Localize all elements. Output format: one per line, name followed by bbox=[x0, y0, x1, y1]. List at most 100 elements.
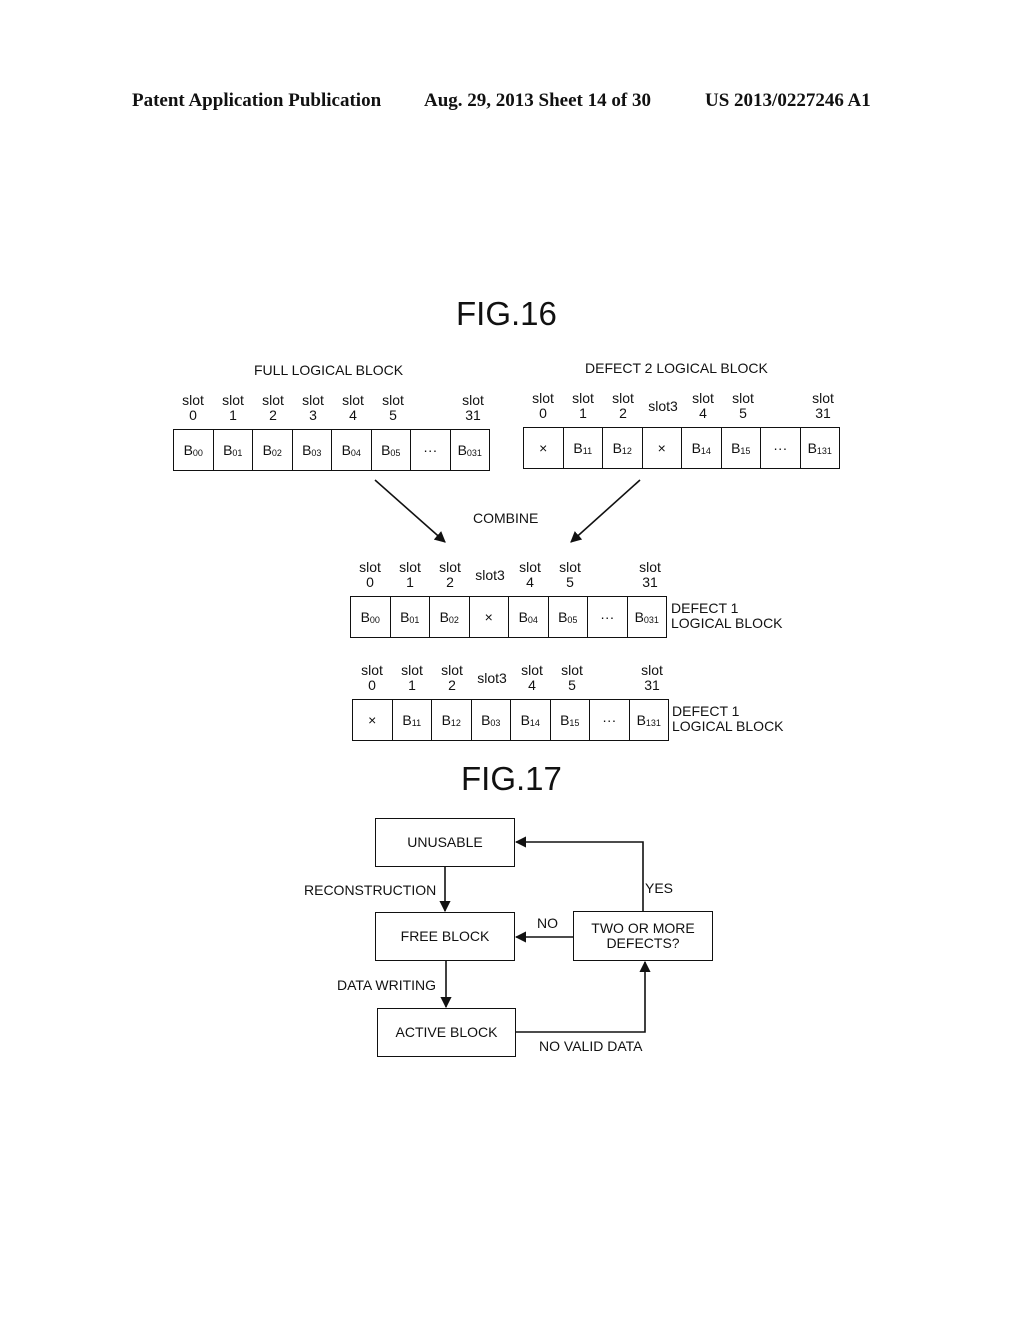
defect-x-mark: × bbox=[484, 609, 493, 625]
block-subscript: 04 bbox=[527, 615, 538, 625]
full-block-cell: B 05 bbox=[372, 430, 411, 470]
arrow-active-to-decision bbox=[516, 960, 651, 1033]
block-id: B bbox=[360, 609, 370, 625]
slot-label: slot 2 bbox=[432, 663, 472, 693]
defect2-block-cell: × bbox=[524, 428, 564, 468]
slot-label: slot 5 bbox=[373, 393, 413, 423]
connector-layer bbox=[374, 479, 651, 1033]
block-id: B bbox=[341, 442, 351, 458]
edge-label-no-valid-data: NO VALID DATA bbox=[539, 1038, 643, 1054]
block-id: B bbox=[183, 442, 193, 458]
publication-label: Patent Application Publication bbox=[132, 90, 382, 111]
result1-side-label-line2: LOGICAL BLOCK bbox=[671, 615, 783, 631]
result2-logical-block: × B 11 B 12 B 03 B 14 B 15 ··· B 131 bbox=[352, 699, 669, 741]
block-id: B bbox=[481, 712, 491, 728]
defect-x-mark: × bbox=[368, 712, 377, 728]
full-logical-block: B 00 B 01 B 02 B 03 B 04 B 05 ··· B 031 bbox=[173, 429, 490, 471]
result1-block-cell: ··· bbox=[588, 597, 628, 637]
node-unusable-label: UNUSABLE bbox=[407, 834, 483, 850]
block-subscript: 131 bbox=[645, 718, 661, 728]
result2-block-cell: B 14 bbox=[511, 700, 551, 740]
ellipsis-mark: ··· bbox=[773, 440, 788, 456]
slot-label-word: slot bbox=[519, 559, 541, 575]
slot-label: slot 31 bbox=[453, 393, 493, 423]
combine-label: COMBINE bbox=[473, 510, 539, 526]
slot-label: slot 4 bbox=[512, 663, 552, 693]
decision-line-1: TWO OR MORE bbox=[591, 920, 695, 936]
slot-label-number: 1 bbox=[408, 677, 416, 693]
block-id: B bbox=[731, 440, 741, 456]
slot-label-number: 0 bbox=[539, 405, 547, 421]
slot-label: slot 31 bbox=[630, 560, 670, 590]
slot-label-number: 4 bbox=[526, 574, 534, 590]
block-subscript: 031 bbox=[643, 615, 659, 625]
block-subscript: 12 bbox=[621, 446, 632, 456]
block-id: B bbox=[457, 442, 467, 458]
slot-label-word: slot bbox=[641, 662, 663, 678]
block-id: B bbox=[400, 609, 410, 625]
slot-label-word: slot bbox=[401, 662, 423, 678]
block-id: B bbox=[223, 442, 233, 458]
full-block-title: FULL LOGICAL BLOCK bbox=[254, 362, 404, 378]
slot-label: slot 0 bbox=[350, 560, 390, 590]
result2-block-cell: B 131 bbox=[630, 700, 669, 740]
block-id: B bbox=[402, 712, 412, 728]
slot-label: slot 4 bbox=[510, 560, 550, 590]
slot-label-number: 0 bbox=[368, 677, 376, 693]
slot-label-number: 31 bbox=[642, 574, 658, 590]
defect2-block-cell: B 15 bbox=[722, 428, 761, 468]
result1-block-cell: × bbox=[470, 597, 509, 637]
full-block-cell: B 03 bbox=[293, 430, 332, 470]
slot-label: slot 4 bbox=[683, 391, 723, 421]
slot-label: slot 1 bbox=[563, 391, 603, 421]
block-id: B bbox=[381, 442, 391, 458]
node-decision-defects: TWO OR MORE DEFECTS? bbox=[573, 911, 713, 961]
slot-label: slot 5 bbox=[723, 391, 763, 421]
block-id: B bbox=[573, 440, 583, 456]
slot-label: slot 2 bbox=[430, 560, 470, 590]
decision-line-2: DEFECTS? bbox=[606, 935, 680, 951]
slot-label-number: 0 bbox=[366, 574, 374, 590]
block-subscript: 12 bbox=[450, 718, 461, 728]
block-id: B bbox=[262, 442, 272, 458]
block-subscript: 131 bbox=[816, 446, 832, 456]
result1-block-cell: B 05 bbox=[549, 597, 588, 637]
slot-label-word: slot3 bbox=[477, 670, 507, 686]
block-id: B bbox=[807, 440, 817, 456]
slot-label-number: 0 bbox=[189, 407, 197, 423]
patent-number: US 2013/0227246 A1 bbox=[705, 90, 871, 111]
block-subscript: 01 bbox=[409, 615, 420, 625]
block-subscript: 03 bbox=[311, 448, 322, 458]
ellipsis-mark: ··· bbox=[600, 609, 615, 625]
node-free-block-label: FREE BLOCK bbox=[400, 928, 490, 944]
slot-label-number: 2 bbox=[269, 407, 277, 423]
edge-label-no: NO bbox=[537, 915, 558, 931]
result1-block-cell: B 01 bbox=[391, 597, 430, 637]
block-subscript: 14 bbox=[529, 718, 540, 728]
result2-side-label-line2: LOGICAL BLOCK bbox=[672, 718, 784, 734]
defect2-block-cell: B 11 bbox=[564, 428, 603, 468]
slot-label-word: slot bbox=[692, 390, 714, 406]
defect-x-mark: × bbox=[539, 440, 548, 456]
slot-label-number: 5 bbox=[389, 407, 397, 423]
ellipsis-mark: ··· bbox=[602, 712, 617, 728]
slot-label-number: 2 bbox=[448, 677, 456, 693]
slot-label: slot 0 bbox=[523, 391, 563, 421]
slot-label-word: slot bbox=[812, 390, 834, 406]
block-subscript: 05 bbox=[567, 615, 578, 625]
slot-label-number: 3 bbox=[309, 407, 317, 423]
slot-label: slot 4 bbox=[333, 393, 373, 423]
block-subscript: 11 bbox=[582, 446, 593, 456]
block-subscript: 15 bbox=[740, 446, 751, 456]
slot-label-word: slot bbox=[561, 662, 583, 678]
slot-label-word: slot bbox=[222, 392, 244, 408]
slot-label: slot 1 bbox=[392, 663, 432, 693]
slot-label-word: slot bbox=[559, 559, 581, 575]
block-id: B bbox=[636, 712, 646, 728]
slot-label: slot3 bbox=[293, 393, 333, 423]
slot-label-word: slot bbox=[361, 662, 383, 678]
slot-label: slot 5 bbox=[550, 560, 590, 590]
defect2-block-cell: × bbox=[643, 428, 682, 468]
defect2-block-cell: B 131 bbox=[801, 428, 840, 468]
slot-label-word: slot bbox=[302, 392, 324, 408]
